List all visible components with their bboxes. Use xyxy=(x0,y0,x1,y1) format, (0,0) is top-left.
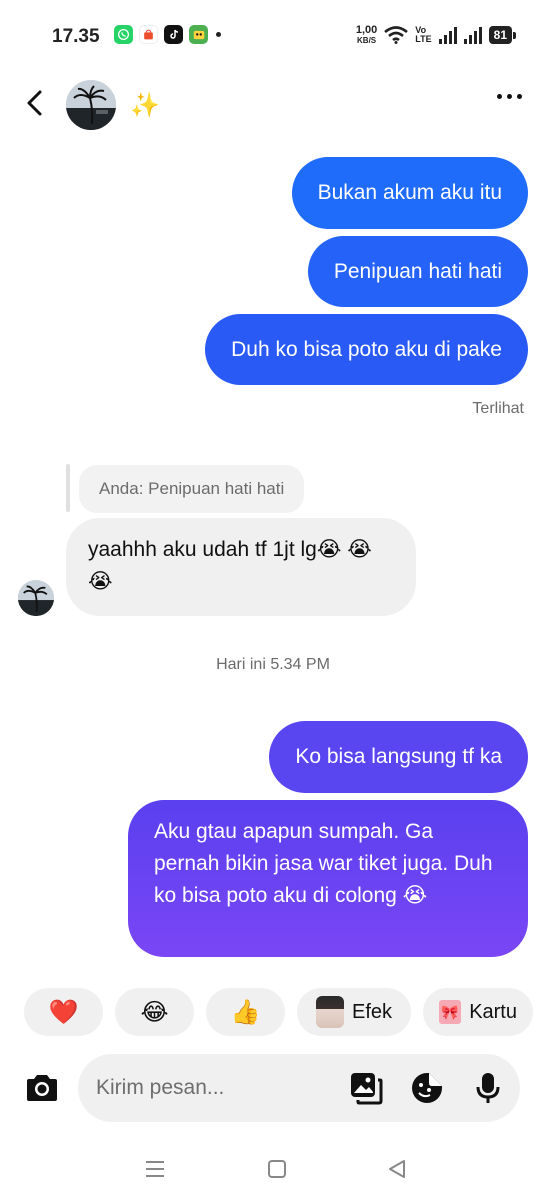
back-button[interactable] xyxy=(18,86,52,120)
sent-message[interactable]: Penipuan hati hati xyxy=(307,236,528,307)
system-navigation-bar xyxy=(0,1140,546,1200)
reply-indicator xyxy=(66,464,70,512)
effects-label: Efek xyxy=(351,1000,393,1023)
battery-indicator: 81 xyxy=(488,26,517,44)
palm-tree-photo xyxy=(66,80,116,130)
sent-message[interactable]: Bukan akum aku itu xyxy=(291,157,528,229)
camera-icon xyxy=(27,1075,57,1101)
sticker-icon xyxy=(412,1073,442,1103)
chat-header: ✨ xyxy=(0,72,546,138)
gift-card-icon: 🎀 xyxy=(439,1000,462,1024)
card-button[interactable]: 🎀 Kartu xyxy=(423,988,533,1036)
square-home-icon xyxy=(268,1160,286,1178)
system-indicators: 1,00 KB/S Vo LTE 81 xyxy=(355,24,517,46)
game-app-icon xyxy=(189,25,208,44)
effects-button[interactable]: Efek xyxy=(297,988,411,1036)
message-input[interactable] xyxy=(96,1054,336,1122)
more-notifications-dot xyxy=(216,32,221,37)
home-button[interactable] xyxy=(264,1156,290,1182)
contact-name[interactable]: ✨ xyxy=(130,91,160,120)
notification-icons xyxy=(114,25,221,44)
more-dots-icon xyxy=(497,94,502,99)
message-input-pill xyxy=(78,1054,520,1122)
sent-message[interactable]: Ko bisa langsung tf ka xyxy=(269,721,528,793)
tiktok-icon xyxy=(164,25,183,44)
microphone-icon xyxy=(476,1073,500,1103)
wifi-icon xyxy=(384,26,409,44)
effect-thumbnail-icon xyxy=(315,996,344,1028)
replied-message-quote[interactable]: Anda: Penipuan hati hati xyxy=(79,465,305,513)
sent-message[interactable]: Duh ko bisa poto aku di pake xyxy=(205,314,528,385)
sender-avatar[interactable] xyxy=(18,580,54,616)
back-nav-button[interactable] xyxy=(384,1156,410,1182)
seen-status: Terlihat xyxy=(472,400,524,417)
heart-reaction-button[interactable]: ❤️ xyxy=(24,988,103,1036)
received-message[interactable]: yaahhh aku udah tf 1jt lg😭 😭😭 xyxy=(66,518,416,616)
voice-button[interactable] xyxy=(470,1070,506,1106)
card-label: Kartu xyxy=(469,1000,517,1023)
laugh-reaction-button[interactable]: 😂 xyxy=(115,988,194,1036)
network-speed: 1,00 KB/S xyxy=(355,24,378,46)
status-bar: 17.35 1,00 KB/S Vo LTE 81 xyxy=(0,0,546,72)
signal-strength-icon xyxy=(438,26,457,44)
time-separator: Hari ini 5.34 PM xyxy=(216,656,330,673)
quick-reply-bar: ❤️ 😂 👍 Efek 🎀 Kartu xyxy=(24,988,533,1036)
message-composer xyxy=(18,1054,528,1122)
sent-message[interactable]: Aku gtau apapun sumpah. Ga pernah bikin … xyxy=(128,800,528,957)
thumbs-up-reaction-button[interactable]: 👍 xyxy=(206,988,285,1036)
gallery-button[interactable] xyxy=(348,1070,384,1106)
gallery-icon xyxy=(351,1073,383,1105)
camera-button[interactable] xyxy=(18,1064,66,1112)
palm-tree-photo xyxy=(18,580,54,616)
volte-indicator: Vo LTE xyxy=(415,25,432,44)
signal-strength-2-icon xyxy=(463,26,482,44)
sticker-button[interactable] xyxy=(409,1070,445,1106)
menu-lines-icon xyxy=(146,1161,164,1177)
status-time: 17.35 xyxy=(52,26,100,47)
contact-avatar[interactable] xyxy=(66,80,116,130)
triangle-back-icon xyxy=(389,1160,405,1178)
shopping-app-icon xyxy=(139,25,158,44)
back-arrow-icon xyxy=(27,90,42,116)
recent-apps-button[interactable] xyxy=(142,1156,168,1182)
whatsapp-icon xyxy=(114,25,133,44)
more-options-button[interactable] xyxy=(497,94,522,99)
